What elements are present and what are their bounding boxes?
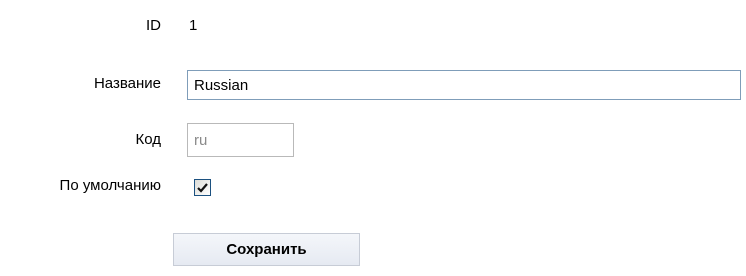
default-checkbox[interactable]	[194, 179, 211, 196]
code-field[interactable]	[187, 123, 294, 157]
default-label: По умолчанию	[59, 177, 161, 194]
name-field[interactable]	[187, 70, 741, 100]
check-mark-icon	[197, 182, 208, 193]
language-edit-form: ID 1 Название Код По умолчанию Сохранить	[0, 0, 746, 276]
name-row: Название	[0, 68, 746, 100]
code-label: Код	[135, 131, 161, 148]
code-row: Код	[0, 121, 746, 159]
id-row: ID 1	[0, 14, 746, 36]
id-value: 1	[189, 17, 198, 34]
save-button[interactable]: Сохранить	[173, 233, 360, 266]
name-label: Название	[93, 75, 161, 92]
default-row: По умолчанию	[0, 174, 746, 200]
id-label: ID	[146, 17, 161, 34]
